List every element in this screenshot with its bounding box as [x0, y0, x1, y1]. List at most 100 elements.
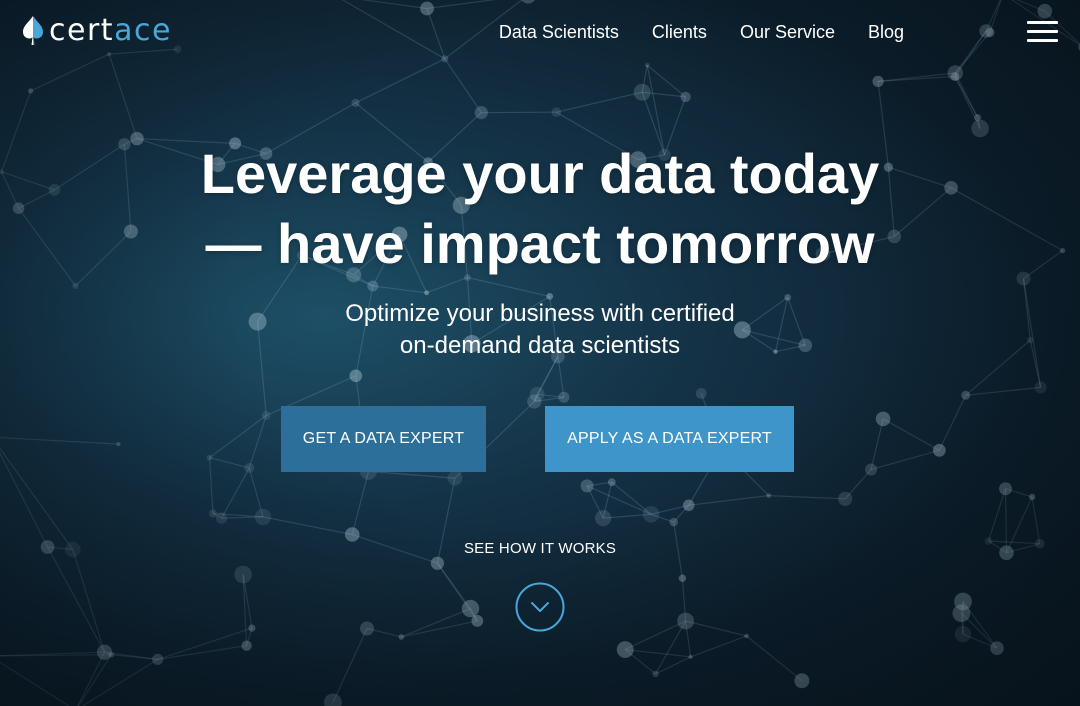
- network-line: [938, 395, 967, 451]
- network-node: [744, 633, 749, 639]
- network-line: [372, 285, 427, 294]
- network-node: [471, 615, 484, 627]
- network-line: [157, 645, 247, 660]
- network-line: [685, 620, 747, 637]
- network-line: [157, 627, 253, 660]
- network-line: [108, 53, 138, 139]
- network-node: [461, 599, 480, 618]
- network-node: [351, 98, 360, 107]
- network-line: [556, 91, 643, 113]
- network-node: [323, 693, 342, 706]
- network-line: [77, 651, 106, 706]
- network-node: [349, 369, 363, 383]
- network-node: [633, 83, 651, 101]
- network-line: [768, 495, 846, 500]
- network-node: [950, 72, 960, 81]
- network-line: [332, 628, 368, 703]
- network-node: [209, 509, 217, 518]
- network-node: [580, 479, 594, 493]
- network-line: [0, 447, 74, 550]
- network-line: [209, 415, 267, 459]
- network-node: [678, 574, 687, 582]
- network-line: [401, 608, 471, 638]
- network-node: [642, 506, 660, 523]
- logo-text-cert: cert: [49, 13, 115, 48]
- network-line: [954, 76, 979, 118]
- network-line: [746, 635, 803, 682]
- network-node: [474, 106, 488, 120]
- hamburger-menu-icon[interactable]: [1027, 21, 1058, 43]
- network-node: [215, 512, 228, 524]
- network-line: [965, 386, 1041, 396]
- network-line: [355, 58, 446, 104]
- spade-logo-icon: [23, 16, 43, 45]
- network-node: [954, 592, 972, 611]
- network-node: [206, 454, 213, 461]
- network-node: [677, 612, 694, 630]
- network-node: [241, 640, 252, 651]
- network-node: [595, 509, 612, 527]
- network-node: [96, 644, 113, 660]
- network-line: [0, 661, 71, 706]
- nav-item-clients[interactable]: Clients: [652, 21, 707, 43]
- network-node: [248, 624, 256, 632]
- network-node: [999, 482, 1012, 496]
- hero-subheadline: Optimize your business with certified on…: [0, 298, 1080, 362]
- network-node: [430, 556, 444, 570]
- hero-subheadline-line-2: on-demand data scientists: [399, 332, 681, 359]
- network-node: [682, 499, 695, 512]
- network-node: [551, 107, 562, 117]
- network-line: [221, 467, 250, 519]
- network-line: [625, 649, 691, 658]
- network-line: [401, 620, 478, 638]
- hero-headline: Leverage your data today — have impact t…: [0, 139, 1080, 279]
- nav-item-data-scientists[interactable]: Data Scientists: [499, 21, 619, 43]
- network-line: [426, 276, 468, 294]
- network-node: [244, 462, 255, 473]
- network-node: [398, 634, 405, 640]
- network-node: [607, 478, 616, 487]
- network-node: [872, 75, 884, 87]
- hero-headline-line-2: — have impact tomorrow: [205, 212, 875, 275]
- nav-item-blog[interactable]: Blog: [868, 21, 904, 43]
- logo-text-ace: ace: [114, 13, 172, 48]
- network-node: [695, 388, 707, 399]
- network-line: [688, 495, 769, 506]
- nav-item-our-service[interactable]: Our Service: [740, 21, 835, 43]
- hero-section: certace Data Scientists Clients Our Serv…: [0, 0, 1080, 706]
- network-node: [447, 470, 463, 486]
- network-line: [368, 470, 455, 479]
- logo-wordmark: certace: [49, 14, 172, 48]
- network-line: [690, 635, 747, 658]
- hero-subheadline-line-1: Optimize your business with certified: [345, 300, 735, 327]
- apply-as-data-expert-button[interactable]: APPLY AS A DATA EXPERT: [545, 406, 794, 472]
- network-line: [987, 488, 1007, 542]
- network-node: [838, 491, 853, 506]
- network-node: [932, 443, 946, 457]
- network-line: [1031, 496, 1041, 544]
- network-node: [616, 641, 634, 658]
- network-node: [974, 114, 982, 121]
- see-how-it-works-link[interactable]: SEE HOW IT WORKS: [0, 540, 1080, 557]
- network-line: [81, 658, 159, 706]
- network-node: [558, 391, 570, 403]
- network-line: [624, 620, 686, 651]
- network-node: [954, 626, 972, 643]
- chevron-down-circle-icon[interactable]: [515, 582, 565, 632]
- certace-logo[interactable]: certace: [22, 14, 172, 48]
- network-line: [467, 276, 550, 297]
- network-node: [680, 91, 691, 103]
- site-header: certace Data Scientists Clients Our Serv…: [0, 0, 1080, 64]
- network-line: [586, 485, 652, 515]
- get-data-expert-button[interactable]: GET A DATA EXPERT: [281, 406, 486, 472]
- network-node: [28, 88, 34, 94]
- network-line: [72, 549, 106, 653]
- network-line: [870, 418, 884, 470]
- network-line: [262, 516, 353, 536]
- network-node: [367, 280, 379, 292]
- network-node: [360, 621, 374, 636]
- network-node: [116, 442, 121, 447]
- network-line: [870, 449, 940, 471]
- network-node: [72, 282, 79, 289]
- network-node: [766, 493, 772, 498]
